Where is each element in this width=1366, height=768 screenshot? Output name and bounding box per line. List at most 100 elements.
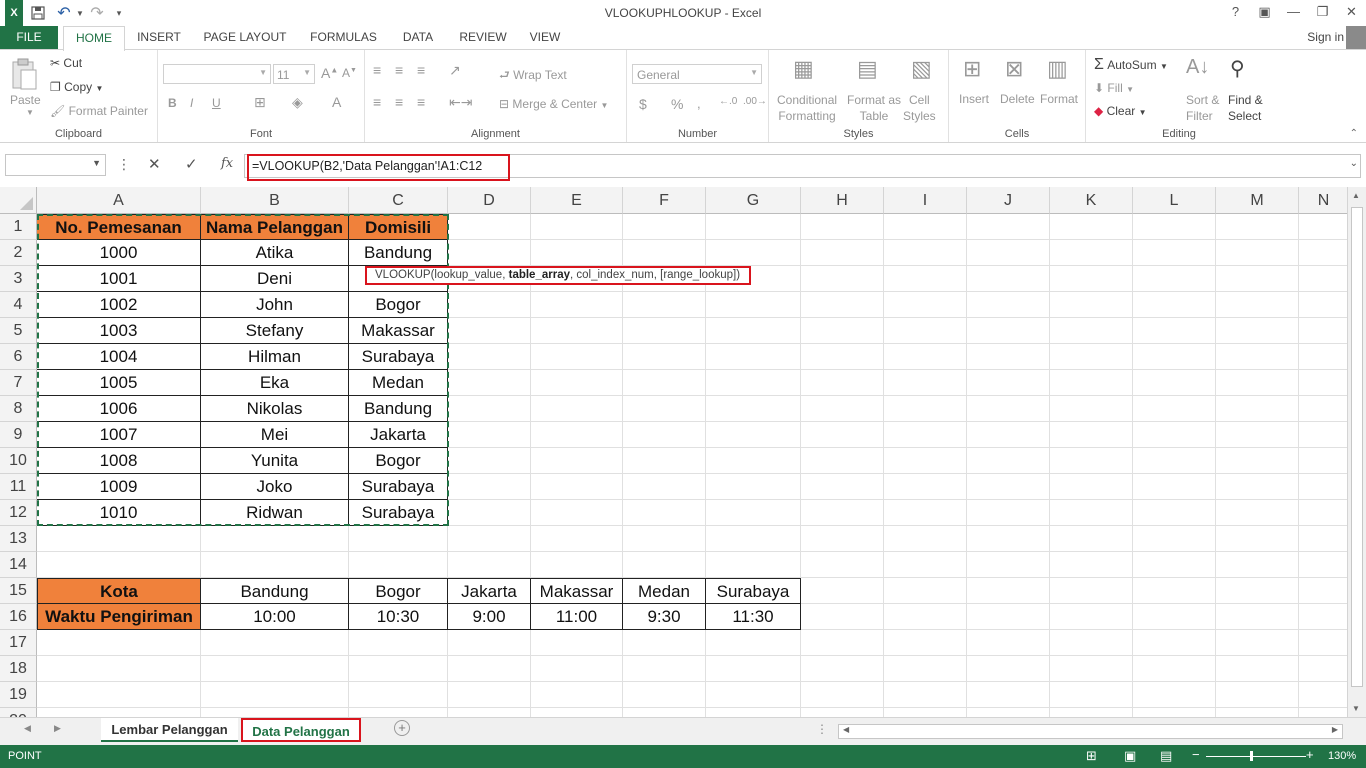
delete-cells-icon[interactable]: ⊠	[1005, 56, 1023, 82]
column-header-i[interactable]: I	[884, 187, 967, 214]
grid-cell[interactable]	[801, 526, 884, 552]
grid-cell[interactable]	[967, 630, 1050, 656]
grid-cell[interactable]	[1050, 292, 1133, 318]
city-cell[interactable]: Bogor	[349, 578, 448, 604]
grid-cell[interactable]	[448, 552, 531, 578]
grid-cell[interactable]	[623, 448, 706, 474]
grid-cell[interactable]	[967, 448, 1050, 474]
grid-cell[interactable]	[531, 370, 623, 396]
column-header-c[interactable]: C	[349, 187, 448, 214]
grid-cell[interactable]	[884, 630, 967, 656]
table-data-cell[interactable]: Bogor	[349, 292, 448, 318]
bottom-align-icon[interactable]: ≡	[417, 62, 425, 78]
column-header-k[interactable]: K	[1050, 187, 1133, 214]
grid-cell[interactable]	[1133, 370, 1216, 396]
grid-cell[interactable]	[1216, 474, 1299, 500]
row-header-20[interactable]: 20	[0, 708, 37, 717]
copy-button[interactable]: ❐ Copy ▼	[50, 80, 103, 94]
grid-cell[interactable]	[884, 214, 967, 240]
enter-icon[interactable]: ✓	[185, 155, 198, 173]
grid-cell[interactable]	[967, 682, 1050, 708]
grid-cell[interactable]	[1216, 344, 1299, 370]
grid-cell[interactable]	[706, 292, 801, 318]
grid-cell[interactable]	[1299, 526, 1347, 552]
grid-cell[interactable]	[1133, 474, 1216, 500]
new-sheet-icon[interactable]: +	[394, 720, 410, 736]
grid-cell[interactable]	[884, 370, 967, 396]
grid-cell[interactable]	[448, 682, 531, 708]
grid-cell[interactable]	[1216, 708, 1299, 717]
table-data-cell[interactable]: Stefany	[201, 318, 349, 344]
grid-cell[interactable]	[706, 240, 801, 266]
grid-cell[interactable]	[967, 422, 1050, 448]
grid-cell[interactable]	[623, 240, 706, 266]
grid-cell[interactable]	[448, 526, 531, 552]
grid-cell[interactable]	[1299, 708, 1347, 717]
shrink-font-icon[interactable]: A▼	[342, 66, 357, 80]
grid-cell[interactable]	[37, 526, 201, 552]
font-size-select[interactable]: 11 ▼	[273, 64, 315, 84]
collapse-ribbon-icon[interactable]: ⌃	[1350, 128, 1358, 139]
top-align-icon[interactable]: ≡	[373, 62, 381, 78]
format-as-table-icon[interactable]: ▤	[857, 56, 878, 82]
tab-split-handle-icon[interactable]: ⋮	[816, 722, 828, 736]
row-header-18[interactable]: 18	[0, 656, 37, 682]
zoom-level[interactable]: 130%	[1328, 750, 1356, 762]
grid-cell[interactable]	[201, 552, 349, 578]
cut-button[interactable]: ✂ Cut	[50, 56, 82, 70]
grid-cell[interactable]	[1299, 682, 1347, 708]
table-data-cell[interactable]: Medan	[349, 370, 448, 396]
grid-cell[interactable]	[1299, 604, 1347, 630]
grid-cell[interactable]	[531, 708, 623, 717]
grid-cell[interactable]	[623, 500, 706, 526]
format-as-table-button[interactable]: Format as Table	[847, 92, 901, 124]
city-cell[interactable]: Jakarta	[448, 578, 531, 604]
grid-cell[interactable]	[1050, 214, 1133, 240]
table-data-cell[interactable]: Bandung	[349, 396, 448, 422]
grid-cell[interactable]	[349, 552, 448, 578]
grid-cell[interactable]	[801, 422, 884, 448]
grid-cell[interactable]	[801, 396, 884, 422]
table-data-cell[interactable]: Hilman	[201, 344, 349, 370]
tab-data[interactable]: DATA	[394, 26, 442, 50]
grid-cell[interactable]	[706, 708, 801, 717]
grid-cell[interactable]	[1133, 318, 1216, 344]
insert-function-icon[interactable]: fx	[221, 156, 233, 171]
column-header-e[interactable]: E	[531, 187, 623, 214]
merge-center-button[interactable]: ⊟ Merge & Center ▼	[499, 97, 608, 111]
grid-cell[interactable]	[1299, 344, 1347, 370]
grid-cell[interactable]	[1050, 344, 1133, 370]
grid-cell[interactable]	[1299, 396, 1347, 422]
grid-cell[interactable]	[967, 214, 1050, 240]
grid-cell[interactable]	[967, 578, 1050, 604]
grid-cell[interactable]	[1216, 630, 1299, 656]
grid-cell[interactable]	[623, 630, 706, 656]
zoom-out-icon[interactable]: −	[1192, 747, 1200, 762]
table-data-cell[interactable]: Surabaya	[349, 474, 448, 500]
grid-cell[interactable]	[1133, 604, 1216, 630]
table-header-cell[interactable]: Nama Pelanggan	[201, 214, 349, 240]
grid-cell[interactable]	[623, 396, 706, 422]
table-data-cell[interactable]: 1002	[37, 292, 201, 318]
grid-cell[interactable]	[1050, 500, 1133, 526]
grid-cell[interactable]	[531, 552, 623, 578]
select-all-corner[interactable]	[0, 187, 37, 214]
grid-cell[interactable]	[801, 708, 884, 717]
paste-icon[interactable]	[10, 58, 38, 95]
tab-file[interactable]: FILE	[0, 26, 58, 50]
column-header-n[interactable]: N	[1299, 187, 1347, 214]
grid-cell[interactable]	[1133, 396, 1216, 422]
row-header-2[interactable]: 2	[0, 240, 37, 266]
row-header-12[interactable]: 12	[0, 500, 37, 526]
grid-cell[interactable]	[884, 266, 967, 292]
delivery-time-cell[interactable]: 11:30	[706, 604, 801, 630]
table-data-cell[interactable]: 1003	[37, 318, 201, 344]
grid-cell[interactable]	[448, 292, 531, 318]
delivery-time-cell[interactable]: 9:00	[448, 604, 531, 630]
grid-cell[interactable]	[801, 682, 884, 708]
number-format-select[interactable]: General ▼	[632, 64, 762, 84]
row-header-17[interactable]: 17	[0, 630, 37, 656]
grid-cell[interactable]	[1133, 448, 1216, 474]
grid-cell[interactable]	[623, 370, 706, 396]
grid-cell[interactable]	[1299, 448, 1347, 474]
